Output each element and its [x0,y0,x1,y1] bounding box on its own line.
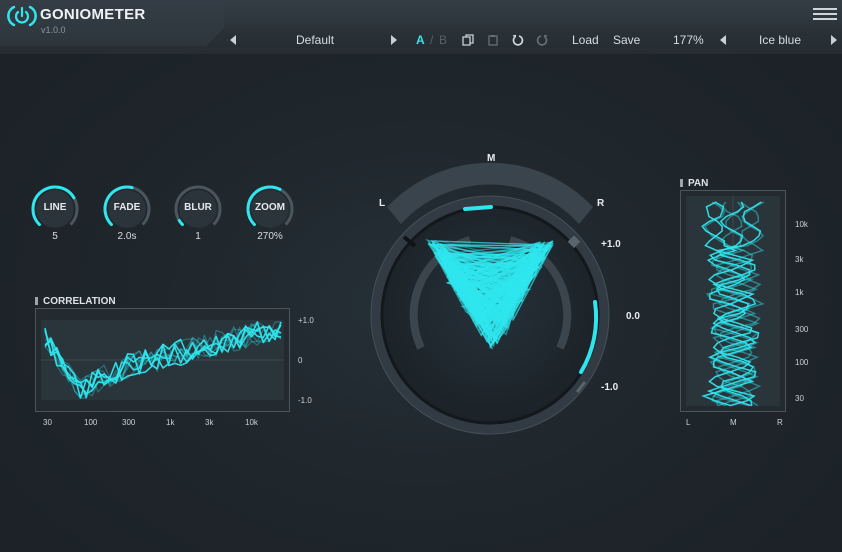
next-theme-arrow-icon[interactable] [831,35,837,45]
prev-theme-arrow-icon[interactable] [720,35,726,45]
pan-x-label: R [777,418,783,427]
correlation-x-label: 100 [84,418,98,427]
correlation-y-label: -1.0 [298,396,312,405]
power-logo-icon [7,5,37,27]
pan-y-label: 1k [795,288,804,297]
copy-icon[interactable] [462,34,474,46]
preset-name[interactable]: Default [296,33,334,47]
load-button[interactable]: Load [572,33,599,47]
ab-b-button[interactable]: B [439,33,447,47]
knob-label: FADE [113,202,141,213]
zoom-value: 270% [257,231,283,242]
pan-y-label: 300 [795,325,809,334]
correlation-y-label: 0 [298,356,303,365]
correlation-x-label: 300 [122,418,136,427]
next-preset-arrow-icon[interactable] [391,35,397,45]
pan-x-label: L [686,418,691,427]
knob-label: LINE [43,202,67,213]
pan-y-label: 30 [795,394,804,403]
goniometer-display [355,162,625,450]
save-button[interactable]: Save [613,33,640,47]
correlation-x-label: 3k [205,418,214,427]
redo-icon[interactable] [536,34,549,47]
app-title: GONIOMETER [40,6,146,23]
knob-label: BLUR [184,202,212,213]
line-value: 5 [52,231,58,242]
correlation-plot [35,308,290,412]
pan-plot [680,190,786,412]
ab-a-button[interactable]: A [416,33,425,47]
pan-title: PAN [680,178,708,189]
correlation-x-label: 1k [166,418,175,427]
goniometer-scale-label: -1.0 [601,382,619,393]
goniometer-scale-label: +1.0 [601,239,621,250]
correlation-y-label: +1.0 [298,316,314,325]
blur-knob[interactable]: BLUR [172,183,224,235]
pan-x-label: M [730,418,737,427]
paste-icon[interactable] [487,34,499,46]
undo-icon[interactable] [511,34,524,47]
prev-preset-arrow-icon[interactable] [230,35,236,45]
line-knob[interactable]: LINE [29,183,81,235]
theme-name[interactable]: Ice blue [759,33,801,47]
fade-value: 2.0s [117,231,137,242]
app-version: v1.0.0 [41,25,66,35]
goniometer-mid-label: M [487,153,496,164]
ab-separator: / [430,33,434,47]
knob-label: ZOOM [255,202,285,213]
zoom-knob[interactable]: ZOOM [244,183,296,235]
correlation-x-label: 30 [43,418,52,427]
correlation-title: CORRELATION [35,296,116,307]
pan-y-label: 3k [795,255,804,264]
goniometer-left-label: L [379,198,386,209]
blur-value: 1 [195,231,201,242]
goniometer-scale-label: 0.0 [626,311,640,322]
goniometer-right-label: R [597,198,605,209]
fade-knob[interactable]: FADE [101,183,153,235]
pan-y-label: 100 [795,358,809,367]
hamburger-menu-icon[interactable] [813,8,837,22]
correlation-x-label: 10k [245,418,258,427]
pan-y-label: 10k [795,220,808,229]
zoom-level[interactable]: 177% [673,33,704,47]
